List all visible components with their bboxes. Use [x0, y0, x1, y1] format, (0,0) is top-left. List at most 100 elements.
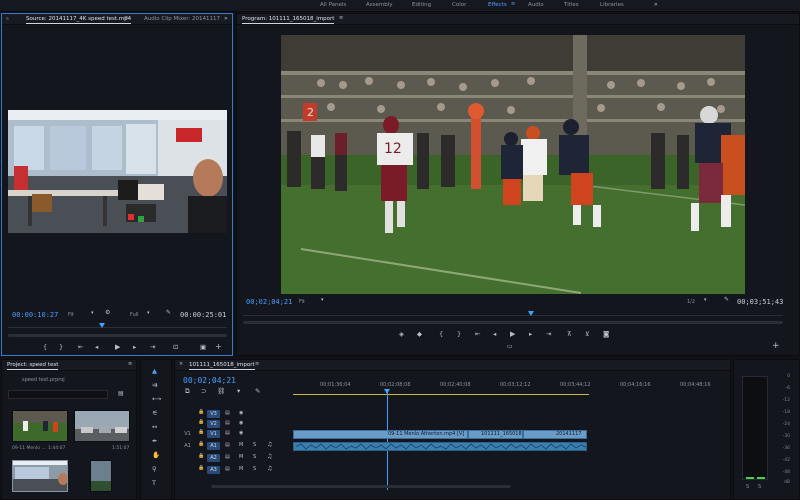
source-time-ruler[interactable]: [8, 322, 227, 328]
camera-icon[interactable]: ◙: [603, 331, 609, 338]
step-forward-icon[interactable]: ▸: [133, 344, 136, 351]
mark-in-icon[interactable]: {: [439, 331, 443, 338]
eye-icon[interactable]: ◉: [239, 431, 243, 436]
tab-source[interactable]: Source: 20141117_4K speed test.mp4: [26, 16, 132, 24]
lock-icon[interactable]: 🔒: [198, 454, 204, 459]
mute-button[interactable]: M: [239, 455, 243, 460]
mark-out-icon[interactable]: }: [59, 344, 63, 351]
wrench-icon[interactable]: ✎: [166, 310, 171, 316]
solo-button[interactable]: S: [253, 455, 256, 460]
microphone-icon[interactable]: ♫: [267, 466, 272, 472]
source-resolution-select[interactable]: Full: [130, 312, 139, 318]
sync-lock-icon[interactable]: ▤: [225, 411, 230, 416]
workspace-all-panels[interactable]: All Panels: [320, 2, 346, 8]
sync-lock-icon[interactable]: ▤: [225, 467, 230, 472]
project-thumb-football[interactable]: [12, 410, 68, 442]
nest-icon[interactable]: ⧉: [185, 388, 190, 395]
extract-icon[interactable]: ⊻: [585, 331, 590, 338]
solo-button[interactable]: S: [253, 443, 256, 448]
lock-icon[interactable]: 🔒: [198, 442, 204, 447]
add-button-icon[interactable]: +: [772, 342, 780, 351]
source-playhead[interactable]: [99, 323, 105, 328]
go-to-out-icon[interactable]: ⇥: [546, 331, 551, 338]
workspace-editing[interactable]: Editing: [412, 2, 431, 8]
tab-timeline-sequence[interactable]: 101111_165018_import: [189, 362, 255, 370]
workspace-assembly[interactable]: Assembly: [366, 2, 393, 8]
lift-icon[interactable]: ⊼: [567, 331, 572, 338]
new-bin-icon[interactable]: ▤: [118, 391, 124, 397]
add-button-icon[interactable]: +: [215, 343, 222, 351]
pen-tool-icon[interactable]: ✒: [152, 438, 157, 445]
track-label-a3[interactable]: A3: [207, 466, 220, 474]
tab-menu-icon[interactable]: ≡: [124, 16, 128, 21]
program-time-ruler[interactable]: [243, 310, 783, 316]
eye-icon[interactable]: ◉: [239, 421, 243, 426]
step-back-icon[interactable]: ◂: [95, 344, 98, 351]
source-patch-a1[interactable]: A1: [181, 442, 194, 450]
timeline-ruler[interactable]: 00;01;36;04 00;02;08;08 00;02;40;08 00;0…: [293, 380, 729, 396]
hand-tool-icon[interactable]: ✋: [152, 452, 160, 459]
tab-menu-icon[interactable]: ≡: [128, 362, 132, 367]
marker-icon[interactable]: ◈: [399, 331, 404, 338]
meter-solo-right[interactable]: S: [758, 484, 761, 490]
linked-selection-icon[interactable]: ⛓: [217, 388, 225, 395]
program-resolution-select[interactable]: 1/2: [687, 299, 695, 305]
tab-program[interactable]: Program: 101111_165018_import: [242, 16, 335, 24]
tab-menu-icon[interactable]: ≡: [339, 16, 343, 21]
export-frame-icon[interactable]: ▣: [200, 344, 206, 351]
program-zoom-select[interactable]: Fit: [299, 299, 305, 305]
program-timecode-current[interactable]: 00;02;04;21: [246, 298, 292, 306]
track-label-v2[interactable]: V2: [207, 420, 220, 428]
lock-icon[interactable]: 🔒: [198, 420, 204, 425]
lock-icon[interactable]: 🔒: [198, 466, 204, 471]
lock-icon[interactable]: 🔒: [198, 430, 204, 435]
lock-icon[interactable]: 🔒: [198, 410, 204, 415]
close-icon[interactable]: ×: [179, 362, 183, 367]
track-label-a1[interactable]: A1: [207, 442, 220, 450]
mute-button[interactable]: M: [239, 443, 243, 448]
project-thumb-extra[interactable]: [90, 460, 112, 492]
sync-lock-icon[interactable]: ▤: [225, 455, 230, 460]
meter-solo-left[interactable]: S: [746, 484, 749, 490]
clip-v1-menlo[interactable]: 09-11 Menlo Atherton.mp4 [V]: [293, 430, 468, 439]
source-patch-v1[interactable]: V1: [181, 430, 194, 438]
razor-tool-icon[interactable]: ⚟: [152, 410, 158, 417]
add-marker-icon[interactable]: ▾: [237, 388, 240, 395]
project-search-input[interactable]: [8, 390, 108, 399]
ripple-edit-tool-icon[interactable]: ⟷: [152, 396, 161, 403]
project-thumb-office[interactable]: [12, 460, 68, 492]
workspace-color[interactable]: Color: [452, 2, 466, 8]
play-icon[interactable]: ▶: [510, 331, 515, 338]
project-thumb-parking[interactable]: [74, 410, 130, 442]
source-timecode-current[interactable]: 00:00:10:27: [12, 311, 58, 319]
chevron-down-icon[interactable]: ▾: [91, 311, 94, 316]
wrench-icon[interactable]: ✎: [255, 388, 260, 395]
chevron-down-icon[interactable]: ▾: [147, 311, 150, 316]
snap-icon[interactable]: ⊃: [201, 388, 206, 395]
slip-tool-icon[interactable]: ↔: [152, 424, 157, 431]
track-label-v3[interactable]: V3: [207, 410, 220, 418]
track-label-a2[interactable]: A2: [207, 454, 220, 462]
workspace-audio[interactable]: Audio: [528, 2, 544, 8]
microphone-icon[interactable]: ♫: [267, 442, 272, 448]
settings-icon[interactable]: ⚙: [105, 310, 110, 316]
work-area-bar[interactable]: [293, 394, 589, 395]
microphone-icon[interactable]: ♫: [267, 454, 272, 460]
program-playhead[interactable]: [528, 311, 534, 316]
step-forward-icon[interactable]: ▸: [529, 331, 532, 338]
source-zoom-scrollbar[interactable]: [8, 334, 227, 337]
track-select-tool-icon[interactable]: ⇉: [152, 382, 157, 389]
mark-in-icon[interactable]: {: [43, 344, 47, 351]
mute-button[interactable]: M: [239, 467, 243, 472]
overflow-chevron-icon[interactable]: »: [224, 16, 228, 22]
clip-a1-audio[interactable]: [293, 442, 587, 451]
go-to-out-icon[interactable]: ⇥: [150, 344, 155, 351]
workspace-effects[interactable]: Effects: [488, 2, 507, 8]
type-tool-icon[interactable]: T: [152, 480, 156, 487]
program-zoom-scrollbar[interactable]: [243, 321, 783, 324]
workspace-libraries[interactable]: Libraries: [600, 2, 624, 8]
chevron-down-icon[interactable]: ▾: [704, 298, 707, 303]
clip-v1-import[interactable]: 101111_165018: [468, 430, 523, 439]
compare-view-icon[interactable]: ▭: [507, 344, 513, 350]
tab-project[interactable]: Project: speed test: [7, 362, 59, 370]
